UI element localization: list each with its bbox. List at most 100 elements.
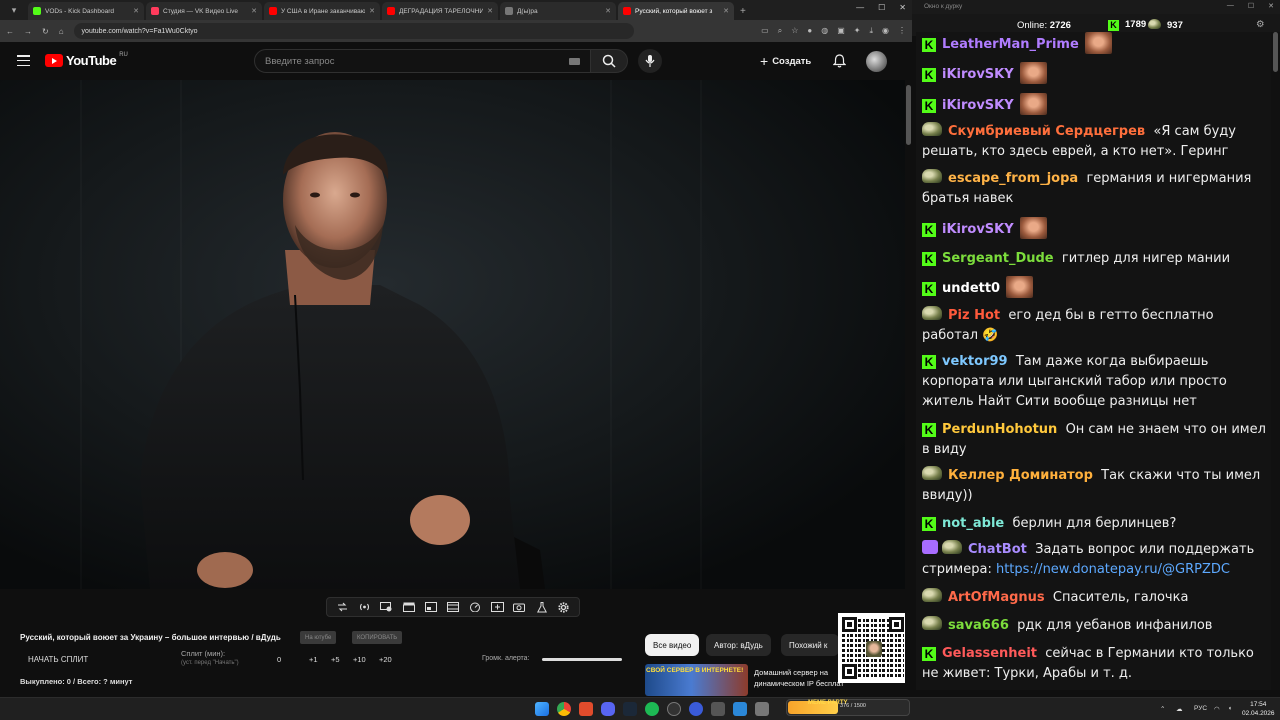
add-clip-icon[interactable] (489, 600, 505, 614)
discord-icon[interactable] (601, 702, 615, 716)
menu-dots-icon[interactable]: ⋮ (898, 26, 906, 36)
app-icon[interactable] (711, 702, 725, 716)
settings-gear-icon[interactable] (556, 600, 572, 614)
video-player[interactable] (0, 80, 912, 589)
language-indicator[interactable]: РУС (1194, 705, 1207, 712)
chat-username[interactable]: ChatBot (968, 542, 1027, 557)
wifi-icon[interactable]: ◠ (1214, 705, 1220, 713)
chat-settings-icon[interactable]: ⚙ (1256, 19, 1265, 30)
menu-icon[interactable] (17, 55, 30, 66)
broadcast-icon[interactable] (356, 600, 372, 614)
filter-similar[interactable]: Похожий к (781, 634, 839, 656)
add-5-minutes-button[interactable]: +5 (331, 655, 340, 664)
tab-search-icon[interactable]: ▾ (6, 2, 22, 18)
chat-username[interactable]: Скумбриевый Сердцегрев (948, 124, 1145, 139)
add-1-minute-button[interactable]: +1 (309, 655, 318, 664)
browser-tab[interactable]: У США в Иране заканчиваютс ✕ (264, 2, 380, 20)
chat-username[interactable]: Sergeant_Dude (942, 251, 1054, 266)
chat-username[interactable]: iKirovSKY (942, 98, 1014, 113)
speed-gauge-icon[interactable] (467, 600, 483, 614)
tray-icon[interactable]: ☁ (1176, 705, 1183, 713)
forward-icon[interactable]: → (24, 27, 32, 36)
search-button[interactable] (590, 49, 628, 73)
extension-icon[interactable]: ◍ (821, 26, 828, 36)
chat-maximize-icon[interactable]: ☐ (1248, 2, 1254, 10)
donation-link[interactable]: https://new.donatepay.ru/@GRPZDC (996, 562, 1230, 577)
chat-username[interactable]: Piz Hot (948, 308, 1000, 323)
minimize-icon[interactable]: — (856, 3, 864, 12)
chat-username[interactable]: ArtOfMagnus (948, 590, 1045, 605)
chat-username[interactable]: undett0 (942, 281, 1000, 296)
search-input[interactable]: Введите запрос (254, 49, 591, 73)
loop-icon[interactable] (334, 600, 350, 614)
extension-icon[interactable]: ● (807, 26, 812, 36)
chat-username[interactable]: escape_from_jopa (948, 171, 1078, 186)
filter-author[interactable]: Автор: вДудь (706, 634, 771, 656)
flask-icon[interactable] (534, 600, 550, 614)
account-avatar[interactable] (866, 51, 887, 72)
camera-icon[interactable] (511, 600, 527, 614)
on-youtube-chip[interactable]: На ютубе (300, 631, 337, 644)
create-button[interactable]: + Создать (760, 53, 811, 69)
obs-icon[interactable] (667, 702, 681, 716)
page-scrollbar[interactable] (905, 80, 912, 695)
close-icon[interactable]: ✕ (899, 3, 906, 12)
chat-username[interactable]: LeatherMan_Prime (942, 37, 1079, 52)
add-10-minutes-button[interactable]: +10 (353, 655, 366, 664)
youtube-logo[interactable]: YouTube RU (45, 52, 128, 68)
tab-close-icon[interactable]: ✕ (251, 7, 257, 15)
add-20-minutes-button[interactable]: +20 (379, 655, 392, 664)
screen-eye-icon[interactable] (378, 600, 394, 614)
clock[interactable]: 17:54 02.04.2026 (1242, 700, 1275, 718)
extensions-puzzle-icon[interactable]: ✦ (854, 26, 861, 36)
bookmark-star-icon[interactable]: ☆ (791, 26, 798, 36)
chat-username[interactable]: not_able (942, 516, 1004, 531)
app-icon[interactable] (689, 702, 703, 716)
chrome-icon[interactable] (557, 702, 571, 716)
start-windows-icon[interactable] (535, 702, 549, 716)
clapperboard-icon[interactable] (401, 600, 417, 614)
alert-volume-slider[interactable] (542, 658, 622, 661)
browser-tab[interactable]: Д(ы)ра ✕ (500, 2, 616, 20)
tab-close-icon[interactable]: ✕ (369, 7, 375, 15)
chat-close-icon[interactable]: ✕ (1268, 2, 1274, 10)
start-split-button[interactable]: НАЧАТЬ СПЛИТ (28, 655, 88, 664)
film-icon[interactable] (445, 600, 461, 614)
zoom-icon[interactable]: ⌕ (778, 26, 782, 36)
home-icon[interactable]: ⌂ (59, 27, 64, 36)
profile-icon[interactable]: ◉ (882, 26, 889, 36)
chat-username[interactable]: Gelassenheit (942, 646, 1037, 661)
chat-scrollbar-thumb[interactable] (1273, 32, 1278, 72)
chat-username[interactable]: iKirovSKY (942, 67, 1014, 82)
recommended-video-title[interactable]: Домашний сервер на динамическом IP беспл… (754, 667, 844, 689)
new-tab-button[interactable]: + (740, 6, 746, 17)
volume-icon[interactable]: ◖ (1228, 705, 1232, 712)
maximize-icon[interactable]: ☐ (878, 3, 885, 12)
chat-minimize-icon[interactable]: — (1227, 2, 1234, 10)
tab-close-icon[interactable]: ✕ (605, 7, 611, 15)
filter-all-videos[interactable]: Все видео (645, 634, 700, 656)
split-minutes-value[interactable]: 0 (277, 655, 281, 664)
chat-username[interactable]: iKirovSKY (942, 222, 1014, 237)
back-icon[interactable]: ← (6, 27, 14, 36)
browser-tab[interactable]: ДЕГРАДАЦИЯ ТАРЕЛОЧНИЦ ✕ (382, 2, 498, 20)
tray-chevron-icon[interactable]: ⌃ (1160, 705, 1165, 713)
tab-close-icon[interactable]: ✕ (133, 7, 139, 15)
chat-username[interactable]: sava666 (948, 618, 1009, 633)
downloads-icon[interactable]: ⤓ (869, 26, 873, 36)
chat-username[interactable]: PerdunHohotun (942, 422, 1057, 437)
copy-button[interactable]: КОПИРОВАТЬ (352, 631, 403, 644)
browser-tab[interactable]: Студия — VK Видео Live ✕ (146, 2, 262, 20)
notifications-button[interactable] (832, 54, 847, 73)
spotify-icon[interactable] (645, 702, 659, 716)
app-icon[interactable] (733, 702, 747, 716)
extension-icon[interactable]: ▣ (837, 26, 845, 36)
voice-search-button[interactable] (638, 49, 662, 73)
browser-tab[interactable]: Русский, который воюет з ✕ (618, 2, 734, 20)
reload-icon[interactable]: ↻ (42, 27, 49, 36)
tab-close-icon[interactable]: ✕ (487, 7, 493, 15)
chat-scrollbar[interactable] (1271, 32, 1280, 690)
app-icon[interactable] (579, 702, 593, 716)
page-scrollbar-thumb[interactable] (906, 85, 911, 145)
tab-close-icon[interactable]: ✕ (723, 7, 729, 15)
